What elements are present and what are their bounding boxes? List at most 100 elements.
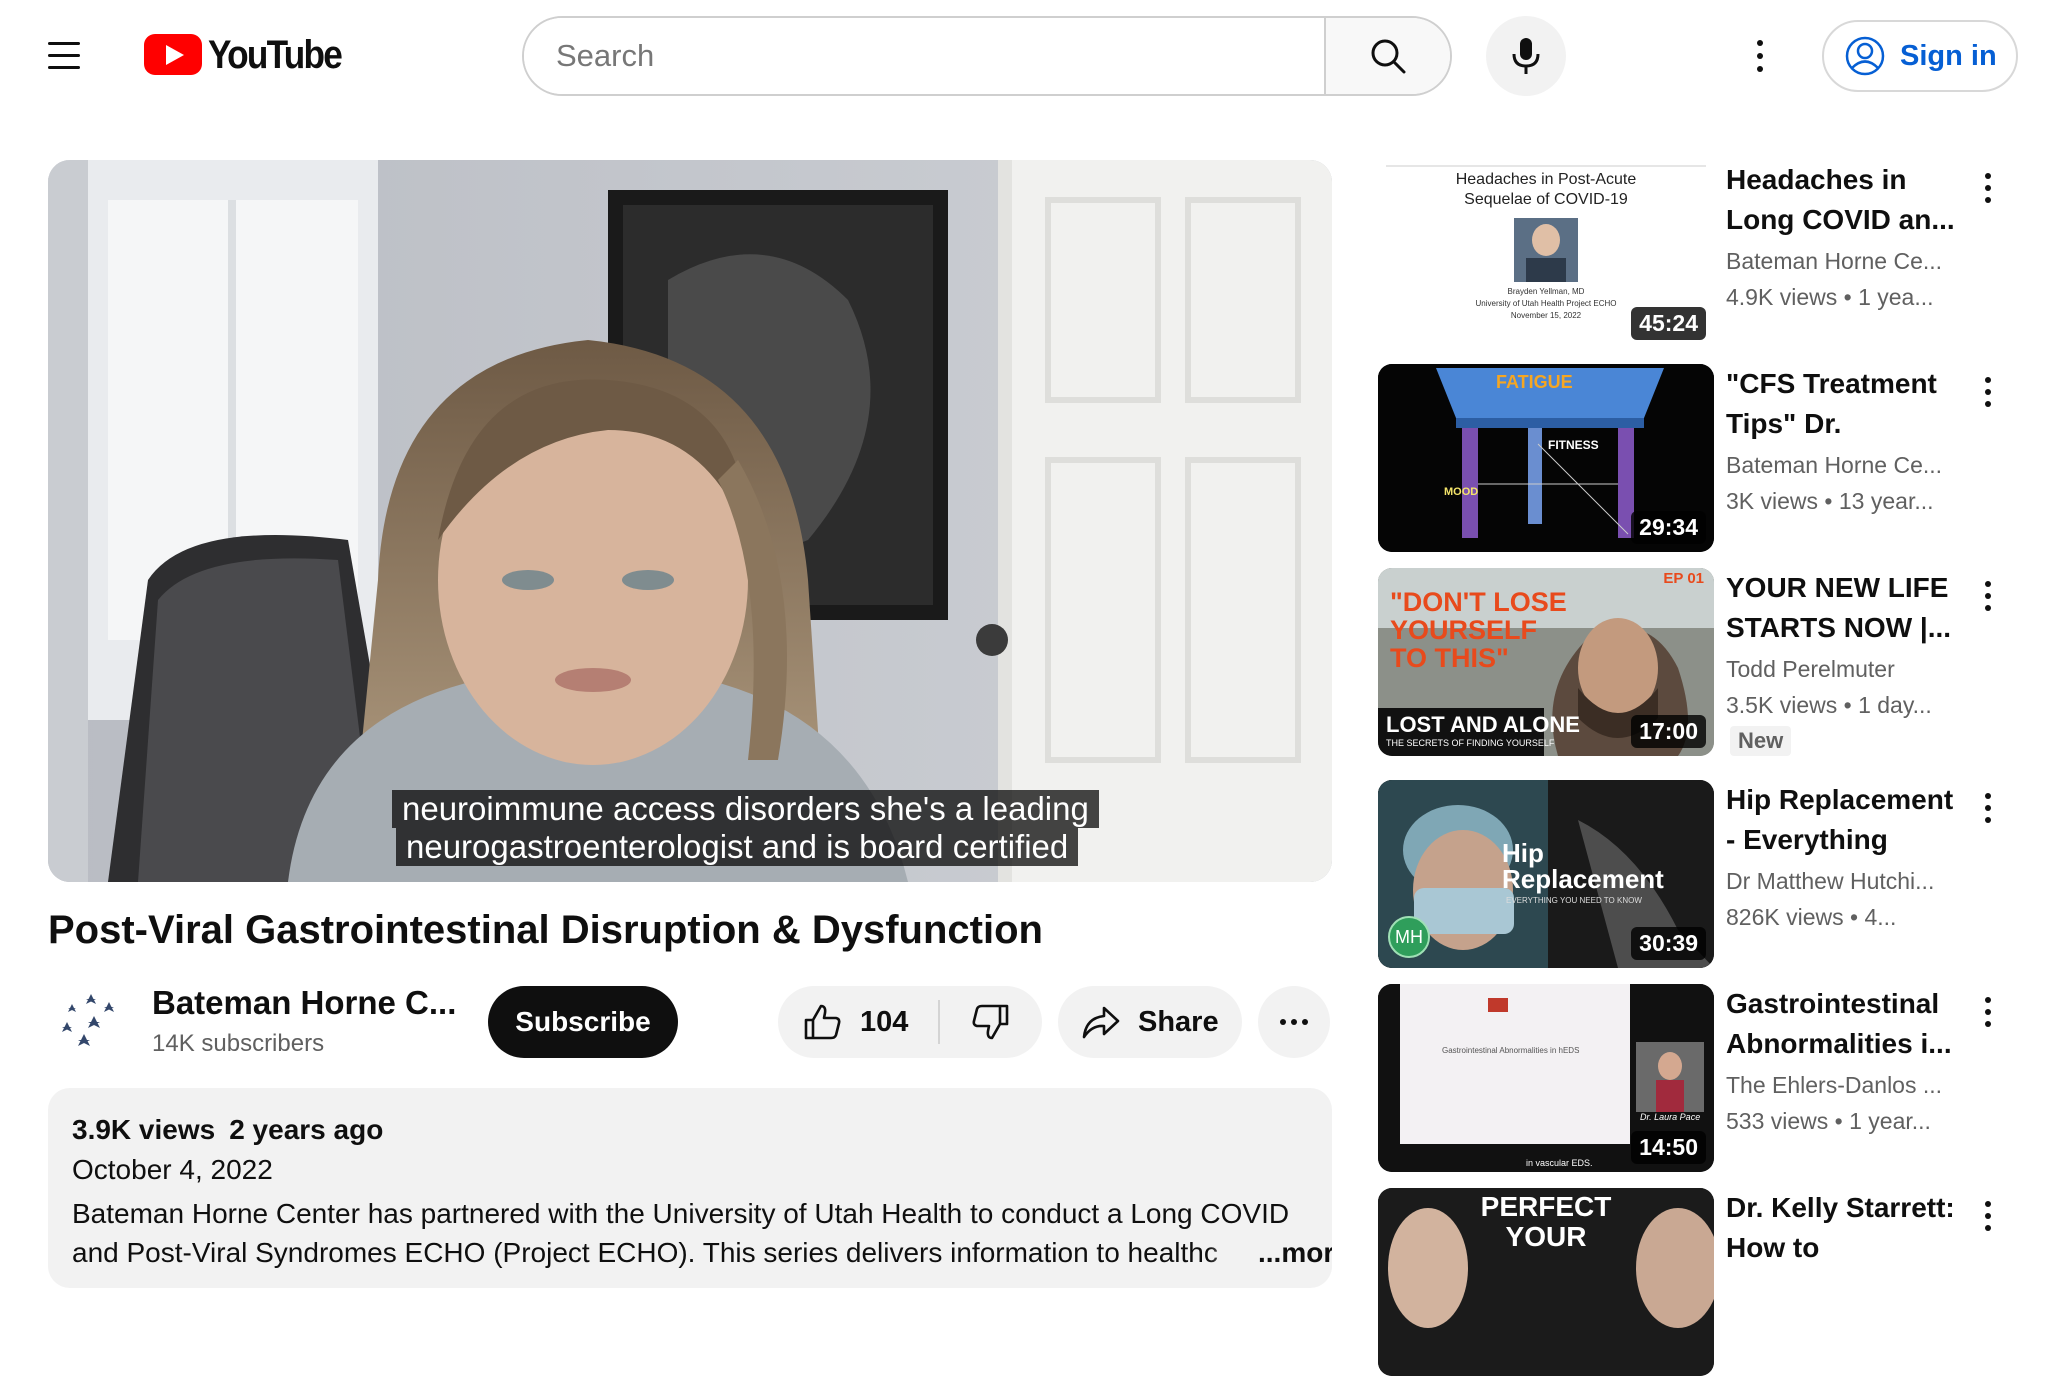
- thumbnail-text: EP 01: [1663, 570, 1704, 587]
- upload-date: October 4, 2022: [72, 1154, 273, 1185]
- channel-logo-icon: [62, 994, 114, 1046]
- description-box[interactable]: 3.9K views 2 years ago October 4, 2022 Ba…: [48, 1088, 1332, 1288]
- video-captions: neuroimmune access disorders she's a lea…: [392, 790, 1099, 866]
- channel-name[interactable]: Bateman Horne C...: [152, 984, 456, 1022]
- thumbnail-text: "DON'T LOSE: [1390, 587, 1567, 617]
- video-title[interactable]: "CFS Treatment Tips" Dr. Lucind...: [1726, 364, 1956, 444]
- share-icon: [1082, 1006, 1120, 1039]
- video-stats: 3.5K views • 1 day...: [1726, 692, 1932, 718]
- like-count: 104: [860, 1005, 909, 1038]
- thumbnail-text: Dr. Laura Pace: [1640, 1112, 1701, 1122]
- video-menu-icon[interactable]: [1968, 372, 2008, 412]
- thumbnail-text: FITNESS: [1548, 438, 1599, 452]
- voice-search-button[interactable]: [1486, 16, 1566, 96]
- video-menu-icon[interactable]: [1968, 788, 2008, 828]
- sign-in-label: Sign in: [1900, 39, 1997, 72]
- channel-name[interactable]: Todd Perelmuter: [1726, 656, 1956, 683]
- menu-icon[interactable]: [40, 36, 88, 76]
- video-thumbnail[interactable]: Gastrointestinal Abnormalities in hEDS D…: [1378, 984, 1714, 1172]
- video-stats: 3K views • 13 year...: [1726, 488, 1934, 514]
- video-duration: 17:00: [1631, 715, 1706, 748]
- view-and-age: 3.9K views 2 years ago: [72, 1114, 383, 1146]
- video-menu-icon[interactable]: [1968, 992, 2008, 1032]
- upload-age: 1 yea...: [1858, 284, 1934, 310]
- more-actions-button[interactable]: [1258, 986, 1330, 1058]
- youtube-logo[interactable]: YouTube: [144, 34, 359, 75]
- channel-name[interactable]: The Ehlers-Danlos ...: [1726, 1072, 1956, 1099]
- caption-line: neurogastroenterologist and is board cer…: [396, 828, 1079, 866]
- share-button[interactable]: Share: [1058, 986, 1242, 1058]
- youtube-play-icon: [144, 34, 202, 75]
- video-title[interactable]: Dr. Kelly Starrett: How to Improve...: [1726, 1188, 1956, 1268]
- dislike-button[interactable]: [940, 986, 1042, 1058]
- caption-line: neuroimmune access disorders she's a lea…: [392, 790, 1099, 828]
- video-menu-icon[interactable]: [1968, 1196, 2008, 1236]
- show-more-button[interactable]: ...more: [1208, 1233, 1332, 1272]
- thumbnail-text: FATIGUE: [1496, 372, 1573, 392]
- video-duration: 30:39: [1631, 927, 1706, 960]
- search-bar: [522, 16, 1452, 96]
- upload-age: 1 day...: [1858, 692, 1932, 718]
- video-thumbnail[interactable]: PERFECT YOUR: [1378, 1188, 1714, 1376]
- video-frame: [48, 160, 1332, 882]
- video-thumbnail[interactable]: Headaches in Post-Acute Sequelae of COVI…: [1378, 160, 1714, 348]
- thumbnail-text: THE SECRETS OF FINDING YOURSELF: [1386, 738, 1555, 748]
- thumbs-up-icon: [804, 1004, 841, 1040]
- view-count: 4.9K views: [1726, 284, 1838, 310]
- video-stats: 826K views • 4...: [1726, 904, 1897, 930]
- video-menu-icon[interactable]: [1968, 576, 2008, 616]
- video-duration: 14:50: [1631, 1131, 1706, 1164]
- thumbs-down-icon: [972, 1004, 1009, 1040]
- channel-name[interactable]: Bateman Horne Ce...: [1726, 452, 1956, 479]
- recommended-video[interactable]: PERFECT YOUR Dr. Kelly Starrett: How to …: [1378, 1188, 2028, 1378]
- video-title[interactable]: YOUR NEW LIFE STARTS NOW |...: [1726, 568, 1956, 648]
- video-title: Post-Viral Gastrointestinal Disruption &…: [48, 908, 1043, 952]
- channel-avatar[interactable]: [48, 982, 128, 1062]
- video-duration: 45:24: [1631, 307, 1706, 340]
- like-button[interactable]: 104: [778, 986, 938, 1058]
- video-thumbnail[interactable]: FATIGUE FITNESS MOOD 29:34: [1378, 364, 1714, 552]
- thumbnail-text: EVERYTHING YOU NEED TO KNOW: [1506, 896, 1642, 905]
- account-icon: [1845, 36, 1885, 76]
- video-title[interactable]: Hip Replacement - Everything you...: [1726, 780, 1956, 860]
- video-thumbnail[interactable]: EP 01 "DON'T LOSE YOURSELF TO THIS" LOST…: [1378, 568, 1714, 756]
- thumbnail-text: Headaches in Post-Acute: [1455, 171, 1637, 188]
- video-duration: 29:34: [1631, 511, 1706, 544]
- video-title[interactable]: Headaches in Long COVID an...: [1726, 160, 1956, 240]
- thumbnail-text: Brayden Yellman, MD: [1507, 287, 1585, 296]
- video-thumbnail[interactable]: Hip Replacement EVERYTHING YOU NEED TO K…: [1378, 780, 1714, 968]
- channel-name[interactable]: Dr Matthew Hutchi...: [1726, 868, 1956, 895]
- upload-age: 4...: [1864, 904, 1897, 930]
- thumbnail-text: TO THIS": [1390, 643, 1509, 673]
- view-count: 3.5K views: [1726, 692, 1838, 718]
- thumbnail-text: YOUR: [1505, 1221, 1587, 1252]
- subscriber-count: 14K subscribers: [152, 1030, 325, 1057]
- recommended-video[interactable]: Headaches in Post-Acute Sequelae of COVI…: [1378, 160, 2028, 350]
- recommended-video[interactable]: Hip Replacement EVERYTHING YOU NEED TO K…: [1378, 780, 2028, 970]
- subscribe-button[interactable]: Subscribe: [488, 986, 678, 1058]
- upload-age: 1 year...: [1849, 1108, 1931, 1134]
- settings-more-icon[interactable]: [1740, 36, 1780, 76]
- thumbnail-text: Replacement: [1502, 864, 1664, 894]
- thumbnail-text: PERFECT: [1480, 1191, 1612, 1222]
- video-stats: 4.9K views • 1 yea...: [1726, 284, 1934, 310]
- channel-badge-icon: MH: [1388, 916, 1430, 958]
- search-icon: [1371, 39, 1406, 74]
- sign-in-button[interactable]: Sign in: [1822, 20, 2018, 92]
- thumbnail-text: Sequelae of COVID-19: [1464, 191, 1628, 208]
- share-label: Share: [1138, 1005, 1219, 1038]
- thumbnail-text: LOST AND ALONE: [1386, 712, 1580, 737]
- video-title[interactable]: Gastrointestinal Abnormalities i...: [1726, 984, 1956, 1064]
- channel-name[interactable]: Bateman Horne Ce...: [1726, 248, 1956, 275]
- upload-age: 13 year...: [1838, 488, 1934, 514]
- recommended-video[interactable]: EP 01 "DON'T LOSE YOURSELF TO THIS" LOST…: [1378, 568, 2028, 758]
- thumbnail-text: MH: [1395, 926, 1423, 947]
- view-count: 3K views: [1726, 488, 1819, 514]
- video-menu-icon[interactable]: [1968, 168, 2008, 208]
- view-count: 3.9K views: [72, 1114, 216, 1145]
- search-button[interactable]: [1324, 18, 1450, 94]
- recommended-video[interactable]: FATIGUE FITNESS MOOD 29:34 "CFS Treatmen…: [1378, 364, 2028, 554]
- search-input[interactable]: [524, 18, 1324, 94]
- video-player[interactable]: neuroimmune access disorders she's a lea…: [48, 160, 1332, 882]
- recommended-video[interactable]: Gastrointestinal Abnormalities in hEDS D…: [1378, 984, 2028, 1174]
